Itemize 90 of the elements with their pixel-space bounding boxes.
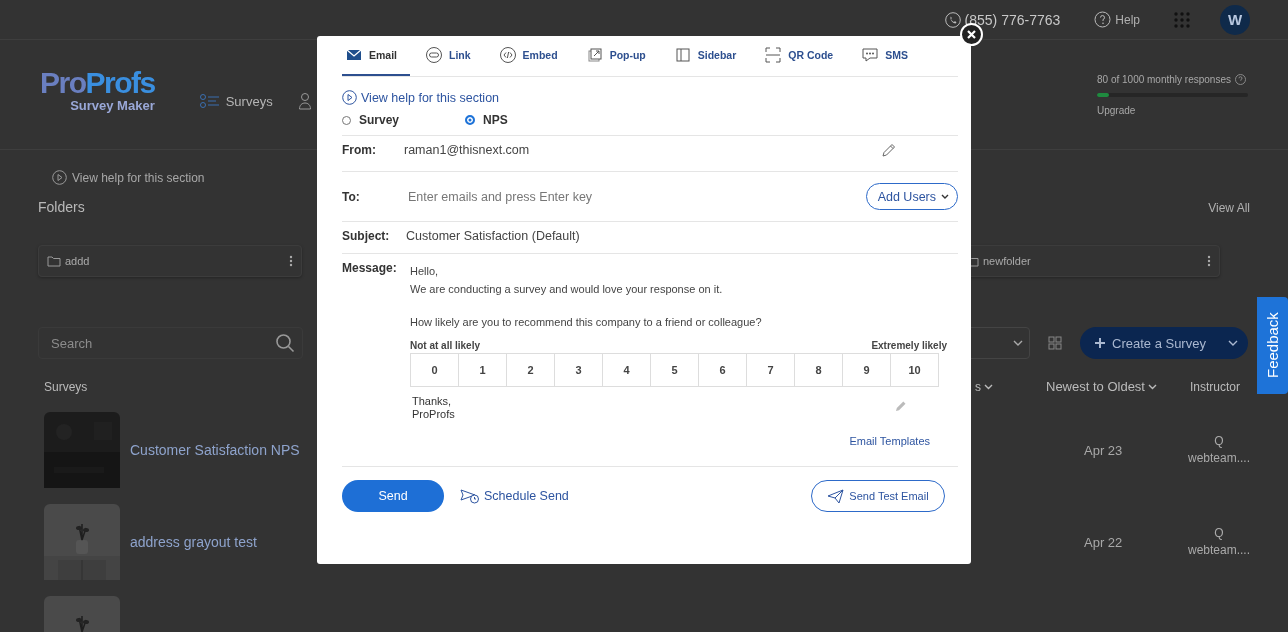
rating-option[interactable]: 8 bbox=[794, 353, 843, 387]
code-icon bbox=[498, 46, 517, 64]
rating-option[interactable]: 7 bbox=[746, 353, 795, 387]
rating-option[interactable]: 2 bbox=[506, 353, 555, 387]
nav-link[interactable]: Surveys bbox=[199, 93, 273, 109]
share-tab[interactable]: Embed bbox=[495, 36, 571, 76]
share-tab[interactable]: Email bbox=[342, 36, 410, 76]
view-all-link[interactable]: View All bbox=[1208, 201, 1250, 215]
chevron-down-icon bbox=[984, 383, 993, 390]
sidebar-icon bbox=[673, 46, 692, 64]
rating-option[interactable]: 0 bbox=[410, 353, 459, 387]
column-header: Instructor bbox=[1190, 379, 1240, 394]
more-icon[interactable] bbox=[289, 255, 293, 267]
list-icon bbox=[199, 93, 220, 109]
field-label: To: bbox=[342, 189, 361, 204]
rating-option[interactable]: 9 bbox=[842, 353, 891, 387]
paper-plane-icon bbox=[827, 488, 845, 504]
scan-frame-icon bbox=[764, 46, 783, 64]
schedule-send-button[interactable]: Schedule Send bbox=[460, 488, 569, 504]
rating-option[interactable]: 5 bbox=[650, 353, 699, 387]
folder-icon bbox=[47, 255, 61, 267]
rating-option[interactable]: 3 bbox=[554, 353, 603, 387]
email-templates-link[interactable]: Email Templates bbox=[849, 435, 930, 447]
instructor-name: Q webteam.... bbox=[1187, 525, 1251, 559]
survey-date: Apr 22 bbox=[1083, 535, 1123, 550]
sort-header[interactable]: Newest to Oldest bbox=[1046, 379, 1190, 394]
play-icon[interactable] bbox=[52, 170, 67, 185]
field-label: Message: bbox=[342, 261, 398, 277]
sender-email: raman1@thisnext.com bbox=[404, 143, 531, 157]
radio-option[interactable]: Survey bbox=[342, 113, 465, 127]
share-tab[interactable]: Link bbox=[422, 36, 484, 76]
send-button[interactable]: Send bbox=[342, 480, 444, 512]
add-users-button[interactable]: Add Users bbox=[865, 183, 958, 210]
column-header: Surveys bbox=[44, 379, 89, 394]
send-test-email-button[interactable]: Send Test Email bbox=[811, 480, 945, 512]
folder-name: addd bbox=[65, 255, 91, 267]
play-icon[interactable] bbox=[342, 90, 357, 105]
chat-icon bbox=[861, 46, 880, 64]
scale-label: Not at all likely bbox=[410, 340, 481, 351]
scale-label: Extremely likely bbox=[871, 340, 947, 351]
folder-card[interactable]: addd bbox=[38, 245, 302, 277]
field-label: From: bbox=[342, 143, 377, 157]
message-line: Hello, bbox=[410, 264, 440, 279]
subject-value[interactable]: Customer Satisfaction (Default) bbox=[406, 229, 580, 243]
user-avatar[interactable]: W bbox=[1220, 4, 1250, 35]
survey-title[interactable]: address grayout test bbox=[130, 534, 257, 550]
upgrade-link[interactable]: Upgrade bbox=[1097, 105, 1136, 116]
help-icon[interactable] bbox=[1094, 11, 1112, 28]
help-link[interactable]: Help bbox=[1115, 12, 1140, 27]
share-tab[interactable]: SMS bbox=[858, 36, 921, 76]
folder-name: newfolder bbox=[983, 255, 1032, 267]
share-tab[interactable]: Sidebar bbox=[670, 36, 750, 76]
signoff-line: Thanks, bbox=[412, 395, 453, 408]
sort-header[interactable]: s bbox=[975, 379, 1046, 394]
survey-date: Apr 23 bbox=[1083, 443, 1123, 458]
search-field[interactable]: Search bbox=[38, 327, 303, 359]
help-link[interactable]: View help for this section bbox=[72, 170, 205, 185]
share-tab[interactable]: QR Code bbox=[761, 36, 847, 76]
plus-icon bbox=[1094, 337, 1106, 349]
rating-option[interactable]: 10 bbox=[890, 353, 939, 387]
signoff-line: ProProfs bbox=[412, 408, 455, 421]
create-survey-button[interactable]: Create a Survey bbox=[1080, 327, 1248, 359]
instructor-name: Q webteam.... bbox=[1187, 433, 1251, 467]
message-line: How likely are you to recommend this company to a friend or colleague? bbox=[410, 315, 763, 330]
rating-option[interactable]: 1 bbox=[458, 353, 507, 387]
grid-view-icon[interactable] bbox=[1048, 336, 1062, 350]
chevron-down-icon bbox=[941, 194, 949, 199]
folders-title: Folders bbox=[38, 199, 85, 215]
help-icon[interactable] bbox=[1235, 74, 1246, 85]
chevron-down-icon bbox=[1148, 383, 1157, 390]
radio-option[interactable]: NPS bbox=[465, 113, 588, 127]
send-clock-icon bbox=[460, 488, 480, 504]
popup-icon bbox=[585, 46, 604, 64]
message-line: We are conducting a survey and would love your response on it. bbox=[410, 282, 724, 297]
share-tab[interactable]: Pop-up bbox=[582, 36, 659, 76]
more-icon[interactable] bbox=[1207, 255, 1211, 267]
rating-option[interactable]: 4 bbox=[602, 353, 651, 387]
usage-text: 80 of 1000 monthly responses bbox=[1097, 74, 1231, 85]
help-link[interactable]: View help for this section bbox=[361, 90, 500, 105]
search-icon[interactable] bbox=[275, 333, 295, 353]
phone-icon[interactable] bbox=[944, 11, 961, 28]
link-icon bbox=[425, 46, 443, 64]
logo: ProProfs Survey Maker bbox=[40, 68, 155, 112]
field-label: Subject: bbox=[342, 229, 391, 243]
rating-option[interactable]: 6 bbox=[698, 353, 747, 387]
feedback-tab[interactable]: Feedback bbox=[1257, 297, 1288, 394]
chevron-down-icon bbox=[1013, 340, 1023, 346]
chevron-down-icon[interactable] bbox=[1228, 340, 1238, 346]
edit-icon[interactable] bbox=[881, 143, 896, 158]
survey-title[interactable]: Customer Satisfaction NPS bbox=[130, 442, 300, 458]
